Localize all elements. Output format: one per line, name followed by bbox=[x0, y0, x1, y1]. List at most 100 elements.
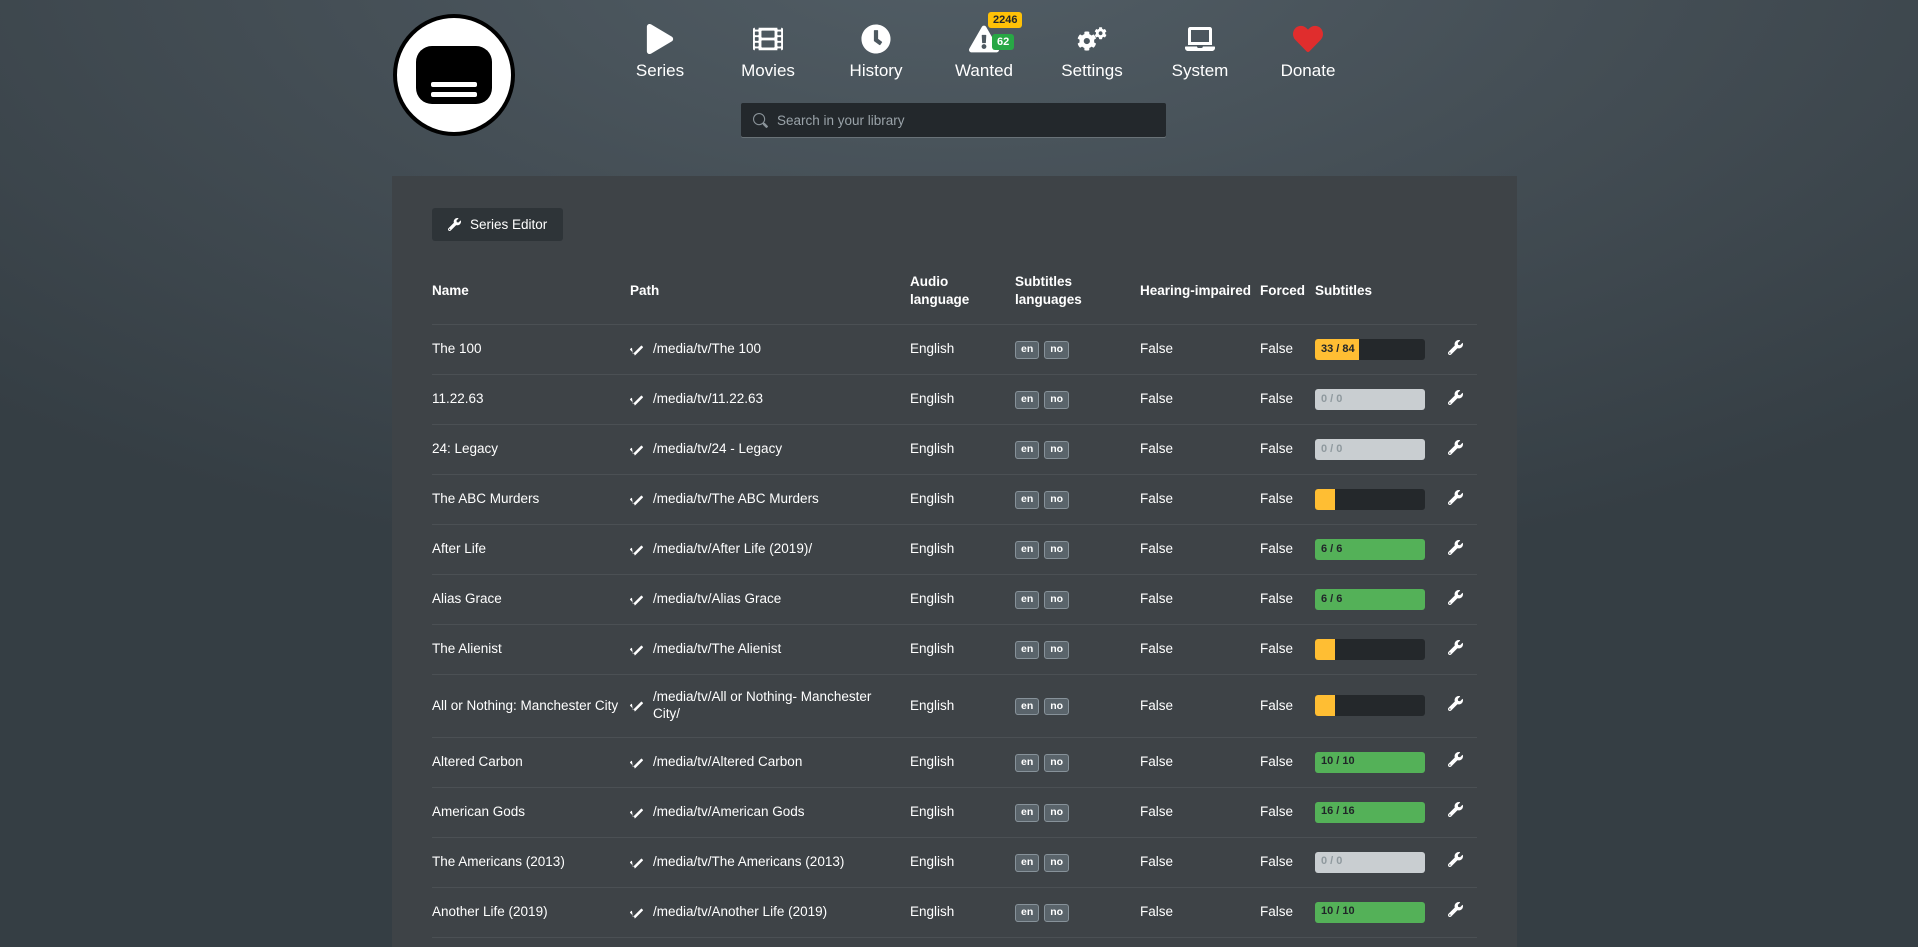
edit-series-button[interactable] bbox=[1448, 390, 1463, 405]
check-icon bbox=[630, 543, 643, 556]
wrench-icon bbox=[1448, 852, 1463, 867]
language-badge: en bbox=[1015, 854, 1039, 872]
audio-language: English bbox=[910, 887, 1015, 937]
language-badge: no bbox=[1044, 698, 1069, 716]
table-row: 24: Legacy /media/tv/24 - Legacy English… bbox=[432, 425, 1477, 475]
wrench-icon bbox=[448, 218, 461, 231]
nav-item-series[interactable]: Series bbox=[606, 24, 714, 81]
language-badge: en bbox=[1015, 541, 1039, 559]
audio-language: English bbox=[910, 675, 1015, 738]
table-row: The ABC Murders /media/tv/The ABC Murder… bbox=[432, 475, 1477, 525]
audio-language: English bbox=[910, 787, 1015, 837]
wrench-icon bbox=[1448, 696, 1463, 711]
subtitle-language-badges: enno bbox=[1015, 640, 1074, 655]
subtitles-progress bbox=[1315, 695, 1425, 716]
wrench-icon bbox=[1448, 802, 1463, 817]
app-logo[interactable] bbox=[393, 14, 515, 136]
col-header-hearing-impaired: Hearing-impaired bbox=[1140, 265, 1260, 325]
subtitles-progress bbox=[1315, 489, 1425, 510]
table-row: All or Nothing: Manchester City /media/t… bbox=[432, 675, 1477, 738]
series-path-text: /media/tv/The Americans (2013) bbox=[653, 854, 844, 871]
edit-series-button[interactable] bbox=[1448, 440, 1463, 455]
hearing-impaired-value: False bbox=[1140, 675, 1260, 738]
language-badge: no bbox=[1044, 854, 1069, 872]
nav-item-system[interactable]: System bbox=[1146, 24, 1254, 81]
edit-series-button[interactable] bbox=[1448, 852, 1463, 867]
audio-language: English bbox=[910, 525, 1015, 575]
clock-icon bbox=[861, 24, 891, 54]
series-editor-label: Series Editor bbox=[470, 217, 547, 232]
edit-series-button[interactable] bbox=[1448, 340, 1463, 355]
subtitle-language-badges: enno bbox=[1015, 803, 1074, 818]
series-name[interactable]: The Alienist bbox=[432, 641, 502, 656]
nav-label: Donate bbox=[1281, 61, 1336, 81]
subtitles-progress: 0 / 0 bbox=[1315, 439, 1425, 460]
series-name[interactable]: After Life bbox=[432, 541, 486, 556]
forced-value: False bbox=[1260, 475, 1315, 525]
table-row: 11.22.63 /media/tv/11.22.63 English enno… bbox=[432, 375, 1477, 425]
series-name[interactable]: All or Nothing: Manchester City bbox=[432, 698, 618, 713]
table-row: The 100 /media/tv/The 100 English enno F… bbox=[432, 325, 1477, 375]
check-icon bbox=[630, 806, 643, 819]
language-badge: no bbox=[1044, 491, 1069, 509]
series-name[interactable]: American Gods bbox=[432, 804, 525, 819]
wrench-icon bbox=[1448, 902, 1463, 917]
forced-value: False bbox=[1260, 937, 1315, 947]
check-icon bbox=[630, 699, 643, 712]
check-icon bbox=[630, 393, 643, 406]
col-header-subtitles-languages: Subtitles languages bbox=[1015, 265, 1140, 325]
hearing-impaired-value: False bbox=[1140, 375, 1260, 425]
forced-value: False bbox=[1260, 325, 1315, 375]
check-icon bbox=[630, 343, 643, 356]
nav-label: History bbox=[850, 61, 903, 81]
series-name[interactable]: The Americans (2013) bbox=[432, 854, 565, 869]
series-editor-button[interactable]: Series Editor bbox=[432, 208, 563, 241]
nav-item-wanted[interactable]: 2246 62 Wanted bbox=[930, 24, 1038, 81]
series-path-text: /media/tv/The ABC Murders bbox=[653, 491, 819, 508]
subtitles-progress bbox=[1315, 639, 1425, 660]
wrench-icon bbox=[1448, 540, 1463, 555]
nav-item-settings[interactable]: Settings bbox=[1038, 24, 1146, 81]
col-header-actions bbox=[1448, 265, 1477, 325]
forced-value: False bbox=[1260, 375, 1315, 425]
hearing-impaired-value: False bbox=[1140, 475, 1260, 525]
nav-item-donate[interactable]: Donate bbox=[1254, 24, 1362, 81]
edit-series-button[interactable] bbox=[1448, 696, 1463, 711]
series-name[interactable]: Alias Grace bbox=[432, 591, 502, 606]
nav-item-movies[interactable]: Movies bbox=[714, 24, 822, 81]
series-name[interactable]: Another Life (2019) bbox=[432, 904, 548, 919]
series-name[interactable]: Altered Carbon bbox=[432, 754, 523, 769]
check-icon bbox=[630, 643, 643, 656]
search-input[interactable] bbox=[777, 103, 1166, 137]
check-icon bbox=[630, 756, 643, 769]
col-header-forced: Forced bbox=[1260, 265, 1315, 325]
edit-series-button[interactable] bbox=[1448, 640, 1463, 655]
series-path-text: /media/tv/Alias Grace bbox=[653, 591, 781, 608]
series-name[interactable]: The ABC Murders bbox=[432, 491, 539, 506]
subtitles-progress: 6 / 6 bbox=[1315, 589, 1425, 610]
play-icon bbox=[645, 24, 675, 54]
audio-language: English bbox=[910, 325, 1015, 375]
edit-series-button[interactable] bbox=[1448, 540, 1463, 555]
series-name[interactable]: 24: Legacy bbox=[432, 441, 498, 456]
edit-series-button[interactable] bbox=[1448, 490, 1463, 505]
language-badge: en bbox=[1015, 441, 1039, 459]
subtitle-language-badges: enno bbox=[1015, 540, 1074, 555]
edit-series-button[interactable] bbox=[1448, 802, 1463, 817]
edit-series-button[interactable] bbox=[1448, 752, 1463, 767]
wrench-icon bbox=[1448, 440, 1463, 455]
series-path-text: /media/tv/Another Life (2019) bbox=[653, 904, 827, 921]
heart-icon bbox=[1293, 24, 1323, 54]
hearing-impaired-value: False bbox=[1140, 325, 1260, 375]
edit-series-button[interactable] bbox=[1448, 902, 1463, 917]
edit-series-button[interactable] bbox=[1448, 590, 1463, 605]
subtitles-progress: 10 / 10 bbox=[1315, 752, 1425, 773]
series-name[interactable]: 11.22.63 bbox=[432, 391, 484, 406]
wrench-icon bbox=[1448, 340, 1463, 355]
col-header-name: Name bbox=[432, 265, 630, 325]
bazarr-logo-icon bbox=[414, 44, 494, 106]
series-name[interactable]: The 100 bbox=[432, 341, 482, 356]
nav-item-history[interactable]: History bbox=[822, 24, 930, 81]
table-row: The Alienist /media/tv/The Alienist Engl… bbox=[432, 625, 1477, 675]
check-icon bbox=[630, 443, 643, 456]
